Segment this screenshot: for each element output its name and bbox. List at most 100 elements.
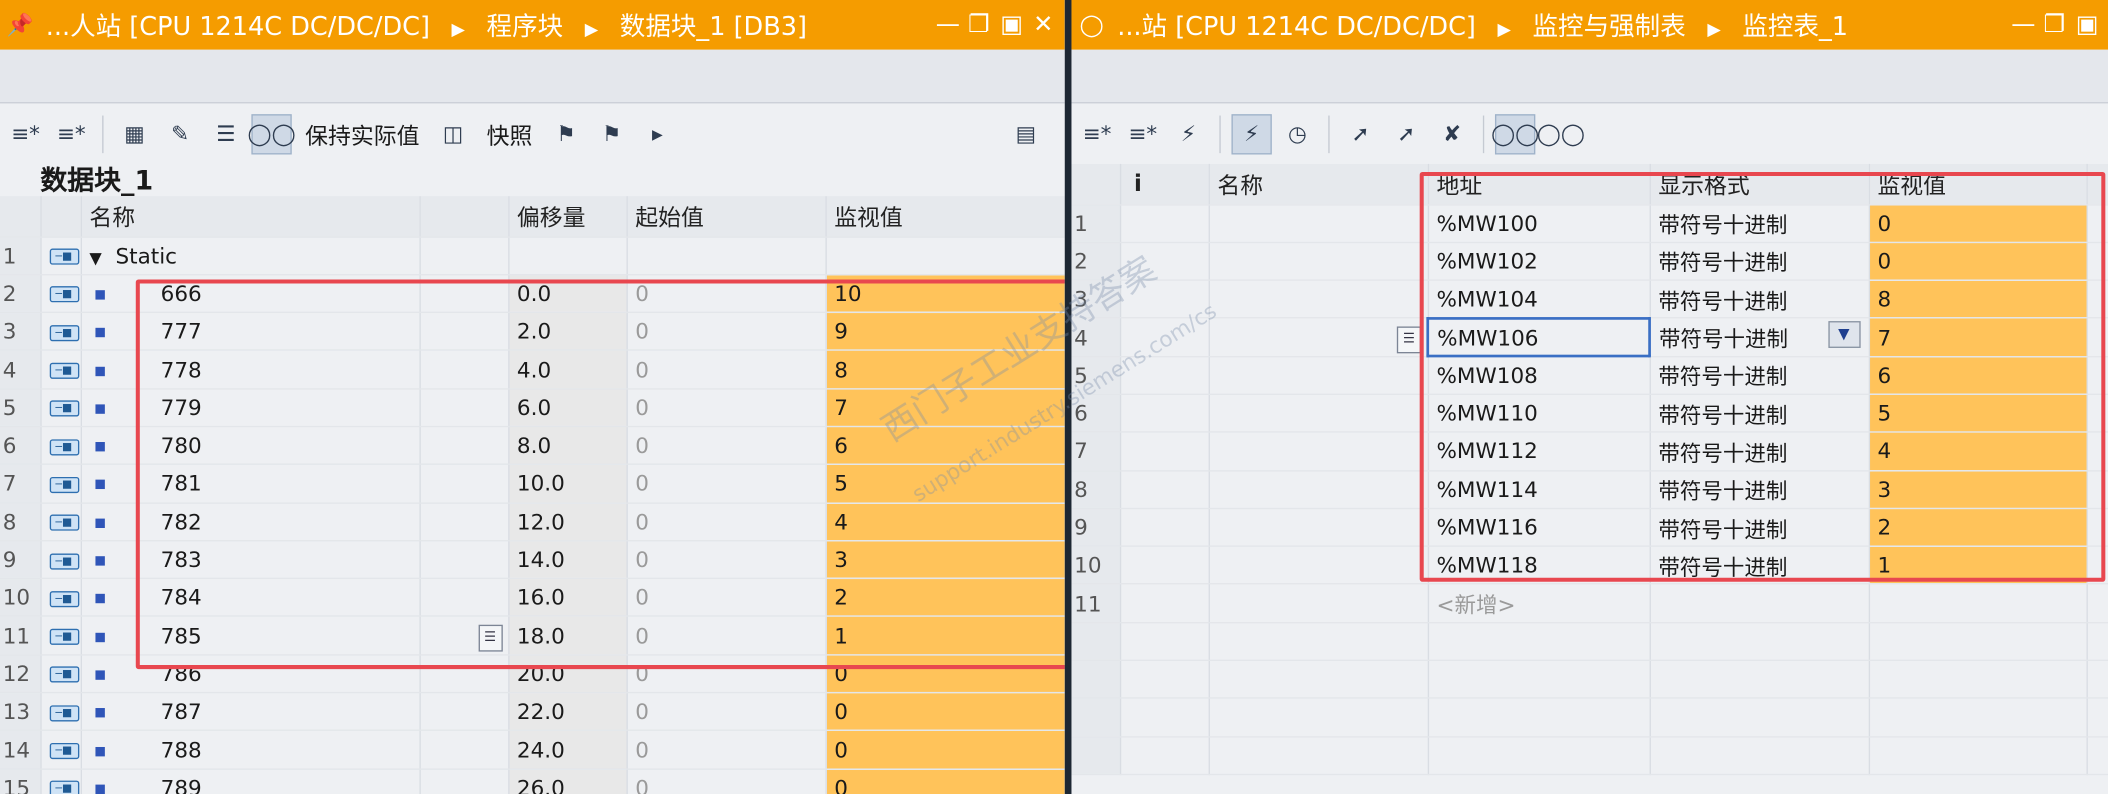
address-cell[interactable]: %MW110 <box>1427 394 1651 433</box>
column-monitor-header[interactable]: 监视值 <box>1868 163 2088 205</box>
table-row[interactable]: 5 ─■ 779 6.0 0 7 <box>0 388 1065 428</box>
table-row[interactable]: 7 ─■ 781 10.0 0 5 <box>0 464 1065 504</box>
table-row[interactable]: 5 %MW108 带符号十进制 6 <box>1071 356 2108 395</box>
modify-icon[interactable]: ⚡ <box>1168 114 1208 154</box>
table-row[interactable]: 3 ─■ 777 2.0 0 9 <box>0 312 1065 352</box>
table-row[interactable]: 6 ─■ 780 8.0 0 6 <box>0 426 1065 466</box>
table-row[interactable]: 10 ─■ 784 16.0 0 2 <box>0 578 1065 618</box>
format-cell: 带符号十进制 <box>1658 554 1788 581</box>
table-row[interactable]: 4 ☰ %MW106 带符号十进制 ▼ 7 <box>1071 316 2108 358</box>
address-cell[interactable]: %MW108 <box>1427 356 1651 395</box>
details-icon[interactable]: ☰ <box>1396 325 1422 353</box>
start-value-cell[interactable]: 0 <box>626 654 827 694</box>
table-row[interactable]: 11 ─■ 785 ☰ 18.0 0 1 <box>0 616 1065 656</box>
more-icon[interactable]: ▸ <box>637 114 677 154</box>
column-name-header[interactable]: 名称 <box>1208 163 1429 205</box>
load-snapshot-icon[interactable]: ⚑ <box>546 114 586 154</box>
minimize-icon[interactable]: — <box>2011 11 2035 39</box>
column-offset-header[interactable]: 偏移量 <box>508 196 628 238</box>
table-row[interactable]: 12 ─■ 786 20.0 0 0 <box>0 654 1065 694</box>
start-value-cell[interactable]: 0 <box>626 730 827 770</box>
pane-divider[interactable] <box>1064 0 1072 794</box>
start-value-cell[interactable]: 0 <box>626 616 827 656</box>
maximize-icon[interactable]: ▣ <box>2076 11 2099 39</box>
collapse-triangle-icon[interactable]: ▼ <box>89 248 101 267</box>
table-row[interactable]: 13 ─■ 787 22.0 0 0 <box>0 692 1065 732</box>
force-icon[interactable]: ➚ <box>1340 114 1380 154</box>
start-value-cell[interactable]: 0 <box>626 426 827 466</box>
monitor-value-cell: 3 <box>825 540 1065 580</box>
insert-row-icon[interactable]: ≡* <box>5 114 45 154</box>
address-cell[interactable]: %MW118 <box>1427 546 1651 586</box>
table-row[interactable]: 2 %MW102 带符号十进制 0 <box>1071 242 2108 281</box>
add-new-row[interactable]: 11 <新增> <box>1071 584 2108 624</box>
monitor-once-icon[interactable]: ◯◯ <box>1537 114 1585 154</box>
table-row[interactable]: 1 %MW100 带符号十进制 0 <box>1071 204 2108 243</box>
table-row[interactable]: 9 %MW116 带符号十进制 2 <box>1071 508 2108 548</box>
format-dropdown-icon[interactable]: ▼ <box>1827 321 1860 349</box>
database-icon[interactable]: ◫ <box>433 114 473 154</box>
start-value-cell[interactable]: 0 <box>626 692 827 732</box>
stop-force-icon[interactable]: ✘ <box>1432 114 1472 154</box>
float-icon[interactable]: ❐ <box>968 11 990 39</box>
column-monitor-header[interactable]: 监视值 <box>825 196 1065 238</box>
address-cell[interactable]: %MW102 <box>1427 242 1651 281</box>
minimize-icon[interactable]: — <box>936 11 960 39</box>
column-info-header[interactable]: i <box>1119 163 1210 205</box>
table-row[interactable]: 7 %MW112 带符号十进制 4 <box>1071 432 2108 472</box>
table-row[interactable]: 2 ─■ 666 0.0 0 10 <box>0 274 1065 314</box>
window-layout-icon[interactable]: ▤ <box>1006 114 1046 154</box>
monitor-all-icon[interactable]: ◯◯ <box>1491 113 1539 154</box>
start-value-cell[interactable]: 0 <box>626 578 827 618</box>
column-start-header[interactable]: 起始值 <box>626 196 827 238</box>
float-icon[interactable]: ❐ <box>2043 11 2065 39</box>
close-icon[interactable]: ✕ <box>1032 11 1054 39</box>
table-row[interactable]: 10 %MW118 带符号十进制 1 <box>1071 546 2108 586</box>
list-view-icon[interactable]: ☰ <box>206 114 246 154</box>
start-value-cell[interactable]: 0 <box>626 274 827 314</box>
start-value-cell[interactable]: 0 <box>626 540 827 580</box>
add-row-icon[interactable]: ≡* <box>1123 114 1163 154</box>
table-row[interactable]: 3 %MW104 带符号十进制 8 <box>1071 280 2108 319</box>
table-row[interactable]: 8 %MW114 带符号十进制 3 <box>1071 470 2108 510</box>
start-value-cell[interactable]: 0 <box>626 502 827 542</box>
details-icon[interactable]: ☰ <box>477 624 503 652</box>
address-cell[interactable]: %MW114 <box>1427 470 1651 510</box>
table-row[interactable]: 4 ─■ 778 4.0 0 8 <box>0 350 1065 390</box>
address-cell[interactable]: %MW106 <box>1426 316 1651 358</box>
maximize-icon[interactable]: ▣ <box>1000 11 1023 39</box>
snapshot-button[interactable]: 快照 <box>479 117 541 151</box>
column-name-header[interactable]: 名称 <box>80 196 421 238</box>
start-value-cell[interactable]: 0 <box>626 312 827 352</box>
force-trigger-icon[interactable]: ➚ <box>1386 114 1426 154</box>
column-format-header[interactable]: 显示格式 <box>1649 163 1870 205</box>
table-row[interactable]: 14 ─■ 788 24.0 0 0 <box>0 730 1065 770</box>
table-row[interactable]: 8 ─■ 782 12.0 0 4 <box>0 502 1065 542</box>
start-value-cell[interactable]: 0 <box>626 350 827 390</box>
expand-icon[interactable]: ▦ <box>114 114 154 154</box>
keep-actual-values-button[interactable]: 保持实际值 <box>297 117 427 151</box>
address-cell[interactable]: %MW116 <box>1427 508 1651 548</box>
table-row[interactable]: 9 ─■ 783 14.0 0 3 <box>0 540 1065 580</box>
add-row-icon[interactable]: ≡* <box>51 114 91 154</box>
copy-snapshot-icon[interactable]: ⚑ <box>592 114 632 154</box>
address-cell[interactable]: %MW104 <box>1427 280 1651 319</box>
modify-now-icon[interactable]: ⚡ <box>1231 113 1272 154</box>
start-value-cell[interactable]: 0 <box>626 464 827 504</box>
monitor-all-icon[interactable]: ◯◯ <box>247 113 296 154</box>
pin-icon[interactable]: 📌 <box>0 12 40 38</box>
table-row[interactable]: 15 ─■ 789 26.0 0 0 <box>0 768 1065 794</box>
start-value-cell[interactable]: 0 <box>626 768 827 794</box>
trigger-icon[interactable]: ◷ <box>1277 114 1317 154</box>
edit-icon[interactable]: ✎ <box>160 114 200 154</box>
start-value-cell[interactable]: 0 <box>626 388 827 428</box>
insert-row-icon[interactable]: ≡* <box>1077 114 1117 154</box>
link-icon[interactable]: ◯ <box>1071 12 1111 38</box>
table-row[interactable]: 6 %MW110 带符号十进制 5 <box>1071 394 2108 433</box>
address-cell[interactable]: %MW112 <box>1427 432 1651 472</box>
static-row[interactable]: 1 ─■ ▼ Static <box>0 236 1065 276</box>
column-address-header[interactable]: 地址 <box>1427 163 1651 205</box>
monitor-value-cell: 0 <box>1868 204 2088 243</box>
address-cell[interactable]: %MW100 <box>1427 204 1651 243</box>
add-new-label[interactable]: <新增> <box>1427 584 1651 624</box>
